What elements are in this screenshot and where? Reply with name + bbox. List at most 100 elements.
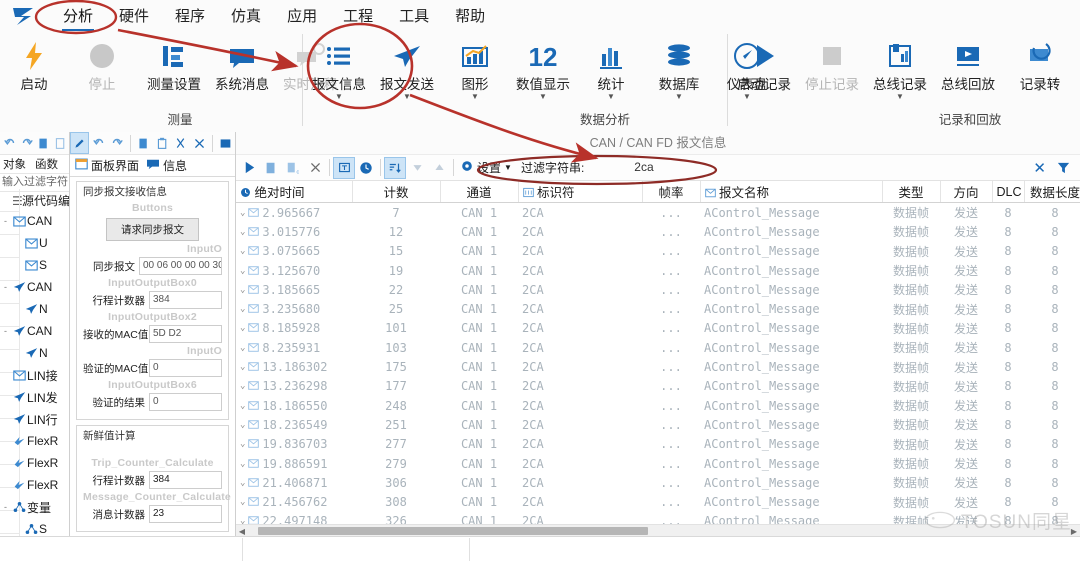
tab-panel-ui[interactable]: 面板界面 [75, 157, 139, 174]
clock-icon[interactable] [355, 157, 377, 179]
paste-button[interactable] [153, 132, 172, 154]
cut-button[interactable] [172, 132, 191, 154]
column-header-name[interactable]: 报文名称 [700, 181, 883, 203]
tree-node[interactable]: LIN发 [0, 386, 69, 408]
table-row[interactable]: ⌄ 3.235680 25 CAN 1 2CA... AControl_Message 数据… [236, 299, 1080, 318]
chevron-down-icon[interactable]: ▼ [403, 93, 411, 102]
chevron-down-icon[interactable]: ▼ [896, 93, 904, 102]
column-header-time[interactable]: 绝对时间 [236, 181, 353, 203]
ribbon-button-bus-replay[interactable]: 总线回放 [934, 34, 1002, 112]
redo-button[interactable] [19, 132, 36, 154]
column-header-dir[interactable]: 方向 [940, 181, 993, 203]
chevron-down-icon[interactable]: ▼ [471, 93, 479, 102]
table-row[interactable]: ⌄ 3.125670 19 CAN 1 2CA... AControl_Message 数据… [236, 261, 1080, 280]
undo-button[interactable] [89, 132, 108, 154]
tree-node[interactable]: LIN接 [0, 364, 69, 386]
received-mac-input[interactable]: 5D D2 [149, 325, 222, 343]
clear-x-icon[interactable]: ✕ [1027, 159, 1052, 177]
paste-button[interactable] [52, 132, 69, 154]
table-row[interactable]: ⌄ 18.236549 251 CAN 1 2CA... AControl_Message… [236, 415, 1080, 434]
ribbon-button-system-message[interactable]: 系统消息 [208, 34, 276, 112]
tree-expander[interactable]: - [0, 502, 11, 512]
tree-node[interactable]: FlexR [0, 474, 69, 496]
table-row[interactable]: ⌄ 18.186550 248 CAN 1 2CA... AControl_Message… [236, 396, 1080, 415]
table-row[interactable]: ⌄ 3.185665 22 CAN 1 2CA... AControl_Message 数据… [236, 280, 1080, 299]
settings-button[interactable]: 设置 ▼ [457, 159, 515, 176]
chevron-down-icon[interactable]: ▼ [539, 93, 547, 102]
table-row[interactable]: ⌄ 8.185928 101 CAN 1 2CA... AControl_Message 数… [236, 319, 1080, 338]
chevron-down-icon[interactable]: ⌄ [240, 497, 245, 507]
chevron-down-icon[interactable]: ⌄ [240, 478, 245, 488]
chevron-down-icon[interactable]: ⌄ [240, 343, 245, 353]
chevron-down-icon[interactable]: ⌄ [240, 381, 245, 391]
chevron-down-icon[interactable]: ⌄ [240, 266, 245, 276]
column-header-type[interactable]: 类型 [882, 181, 941, 203]
menu-item-yingjian[interactable]: 硬件 [106, 1, 162, 31]
chevron-down-icon[interactable]: ▼ [607, 93, 615, 102]
sort-icon[interactable] [384, 156, 406, 179]
trip-counter-input[interactable]: 384 [149, 291, 222, 309]
edit-pencil-button[interactable] [70, 132, 90, 154]
menu-item-gongcheng[interactable]: 工程 [330, 1, 386, 31]
undo-button[interactable] [2, 132, 19, 154]
chevron-down-icon[interactable]: ⌄ [240, 246, 245, 256]
chevron-down-icon[interactable]: ⌄ [240, 208, 245, 218]
table-row[interactable]: ⌄ 13.236298 177 CAN 1 2CA... AControl_Message… [236, 377, 1080, 396]
table-row[interactable]: ⌄ 21.456762 308 CAN 1 2CA... AControl_Message… [236, 492, 1080, 511]
table-row[interactable]: ⌄ 21.406871 306 CAN 1 2CA... AControl_Message… [236, 473, 1080, 492]
column-header-id[interactable]: 标识符 [518, 181, 643, 203]
table-row[interactable]: ⌄ 3.075665 15 CAN 1 2CA... AControl_Message 数据… [236, 242, 1080, 261]
ribbon-button-start[interactable]: 启动 [0, 34, 68, 112]
chevron-down-icon[interactable]: ▼ [675, 93, 683, 102]
tree-node[interactable]: FlexR [0, 430, 69, 452]
ribbon-button-record-convert[interactable]: 记录转 [1006, 34, 1074, 112]
chevron-down-icon[interactable]: ▼ [335, 93, 343, 102]
menu-item-bangzhu[interactable]: 帮助 [442, 1, 498, 31]
tree-expander[interactable]: - [0, 326, 11, 336]
new-file-button[interactable] [36, 132, 53, 154]
sync-message-input[interactable]: 00 06 00 00 00 30 5D [139, 257, 222, 275]
tree-expander[interactable]: - [0, 282, 11, 292]
column-header-rate[interactable]: 帧率 [642, 181, 701, 203]
ribbon-button-message-info[interactable]: 报文信息 ▼ [305, 34, 373, 112]
tree-expander[interactable]: - [0, 216, 11, 226]
ribbon-button-statistics[interactable]: 统计 ▼ [577, 34, 645, 112]
ribbon-button-graph[interactable]: 图形 ▼ [441, 34, 509, 112]
ribbon-button-database[interactable]: 数据库 ▼ [645, 34, 713, 112]
tree-node[interactable]: LIN行 [0, 408, 69, 430]
redo-button[interactable] [108, 132, 127, 154]
table-row[interactable]: ⌄ 19.836703 277 CAN 1 2CA... AControl_Message… [236, 435, 1080, 454]
table-row[interactable]: ⌄ 8.235931 103 CAN 1 2CA... AControl_Message 数… [236, 338, 1080, 357]
tree-node[interactable]: N [0, 298, 69, 320]
close-x-icon[interactable] [304, 157, 326, 179]
tree-node[interactable]: FlexR [0, 452, 69, 474]
ribbon-button-stop[interactable]: 停止 [68, 34, 136, 112]
tab-objects[interactable]: 对象 [3, 156, 26, 172]
tab-info[interactable]: 信息 [146, 157, 187, 174]
filter-input[interactable]: 2ca [584, 158, 1027, 177]
trip-counter-calc-input[interactable]: 384 [149, 471, 222, 489]
tree-node[interactable]: S [0, 254, 69, 276]
table-row[interactable]: ⌄ 13.186302 175 CAN 1 2CA... AControl_Message… [236, 357, 1080, 376]
play-icon[interactable] [238, 157, 260, 179]
chevron-down-icon[interactable]: ⌄ [240, 323, 245, 333]
menu-item-yingyong[interactable]: 应用 [274, 1, 330, 31]
triangle-down-icon[interactable] [406, 157, 428, 179]
ribbon-button-numeric-display[interactable]: 12 数值显示 ▼ [509, 34, 577, 112]
verify-result-input[interactable]: 0 [149, 393, 222, 411]
chevron-down-icon[interactable]: ▼ [504, 163, 512, 172]
request-sync-message-button[interactable]: 请求同步报文 [106, 218, 199, 241]
verified-mac-input[interactable]: 0 [149, 359, 222, 377]
tree-node[interactable]: - CAN [0, 320, 69, 342]
chevron-down-icon[interactable]: ⌄ [240, 439, 245, 449]
ribbon-button-bus-record[interactable]: 总线记录 ▼ [866, 34, 934, 112]
chevron-down-icon[interactable]: ⌄ [240, 304, 245, 314]
menu-item-chengxu[interactable]: 程序 [162, 1, 218, 31]
tree-node[interactable]: N [0, 342, 69, 364]
ribbon-button-message-send[interactable]: 报文发送 ▼ [373, 34, 441, 112]
chevron-down-icon[interactable]: ⌄ [240, 285, 245, 295]
fill-color-button[interactable] [216, 132, 235, 154]
tree-node[interactable]: - 变量 [0, 496, 69, 518]
overwrite-icon[interactable] [333, 156, 355, 179]
column-header-channel[interactable]: 通道 [440, 181, 519, 203]
